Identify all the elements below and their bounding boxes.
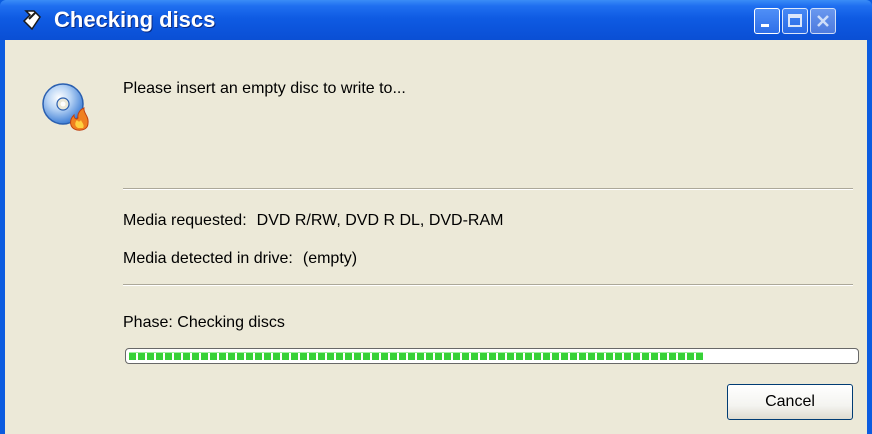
dialog-body: Please insert an empty disc to write to.… xyxy=(5,40,867,434)
title-bar[interactable]: Checking discs xyxy=(0,0,872,40)
cancel-button[interactable]: Cancel xyxy=(727,384,853,420)
media-detected-label: Media detected in drive: xyxy=(123,250,293,267)
checking-discs-window: Checking discs Please insert an empty di… xyxy=(0,0,872,434)
maximize-icon xyxy=(788,14,802,27)
media-detected-row: Media detected in drive: (empty) xyxy=(123,250,357,268)
media-requested-row: Media requested: DVD R/RW, DVD R DL, DVD-… xyxy=(123,212,503,230)
minimize-icon xyxy=(761,24,769,27)
phase-status: Phase: Checking discs xyxy=(123,314,285,331)
media-detected-value: (empty) xyxy=(302,250,358,267)
progress-bar xyxy=(125,348,859,364)
instruction-message: Please insert an empty disc to write to.… xyxy=(123,80,406,97)
media-requested-label: Media requested: xyxy=(123,212,247,229)
maximize-button[interactable] xyxy=(782,8,808,34)
close-icon xyxy=(817,15,829,27)
close-button[interactable] xyxy=(810,8,836,34)
disc-burn-icon xyxy=(42,83,89,131)
burn-app-icon xyxy=(22,10,41,31)
separator xyxy=(123,284,853,286)
progress-fill xyxy=(129,352,703,360)
media-requested-value: DVD R/RW, DVD R DL, DVD-RAM xyxy=(256,212,504,229)
separator xyxy=(123,188,853,190)
window-title: Checking discs xyxy=(54,7,216,32)
minimize-button[interactable] xyxy=(754,8,780,34)
